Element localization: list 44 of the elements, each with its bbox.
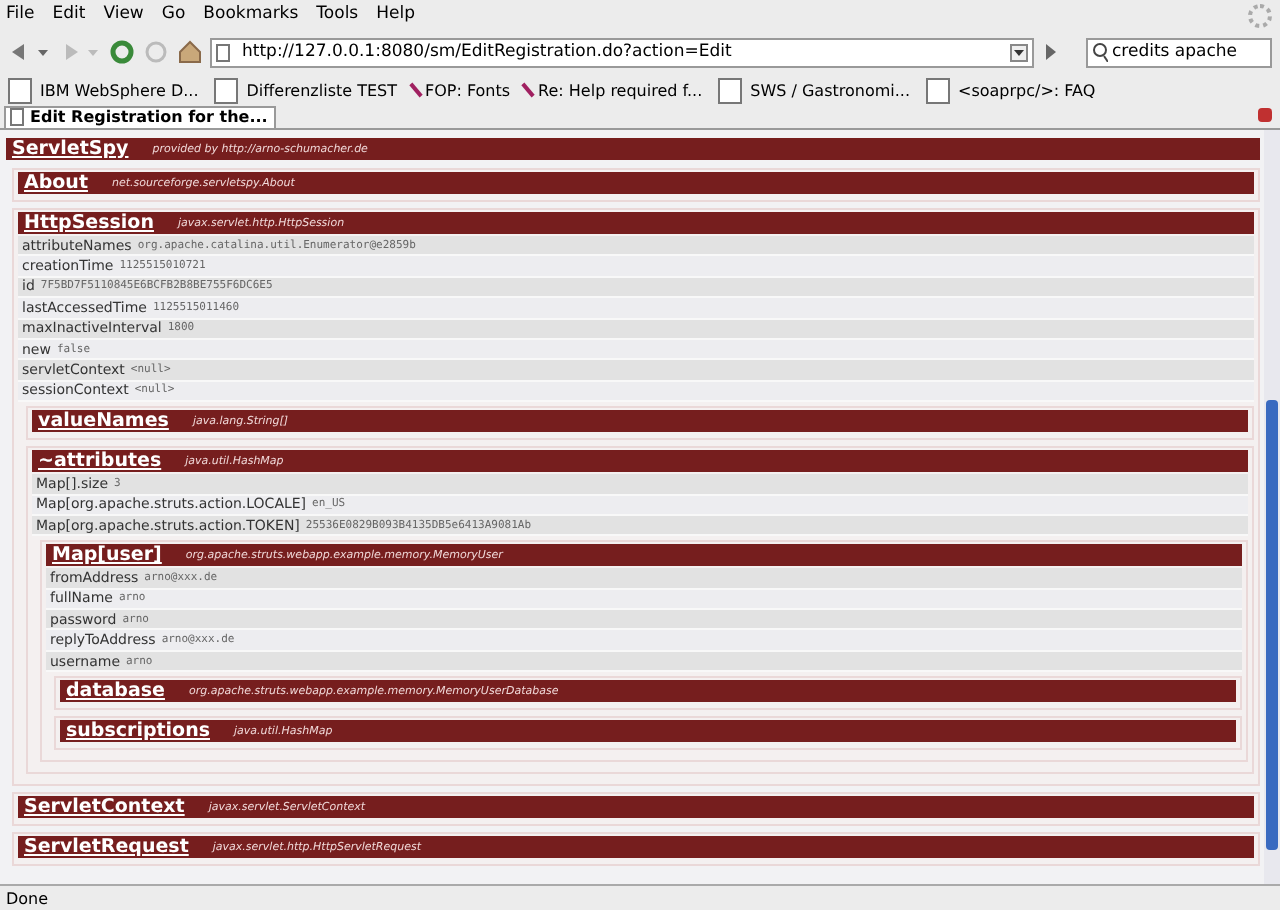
section-link[interactable]: ~attributes [38,450,162,473]
page-icon [926,77,950,103]
page-icon [10,108,24,126]
menu-item[interactable]: File [6,4,35,24]
bookmark-link[interactable]: IBM WebSphere D... [8,77,199,103]
section-link[interactable]: valueNames [38,410,169,433]
close-tab-icon[interactable] [1258,108,1272,122]
search-icon [1092,42,1108,62]
bookmark-link[interactable]: Differenzliste TEST [214,77,397,103]
feed-icon [521,82,535,98]
reload-icon[interactable] [108,38,136,66]
scrollbar-thumb[interactable] [1266,400,1278,850]
address-field[interactable]: http://127.0.0.1:8080/sm/EditRegistration.do?action=Edit [210,37,1034,67]
menu-item[interactable]: Tools [316,4,359,24]
dropdown-button[interactable] [1010,43,1028,61]
scrollbar[interactable] [1264,130,1280,884]
page-icon [214,77,239,103]
menu-item[interactable]: Edit [52,4,86,24]
menu-item[interactable]: Bookmarks [203,4,299,24]
feed-icon [408,82,422,98]
section-link[interactable]: HttpSession [24,212,154,234]
status-text: Done [0,884,1280,910]
menu-item[interactable]: Go [161,4,186,24]
go-icon[interactable] [1040,38,1060,66]
page-icon [8,77,32,103]
menu-item[interactable]: View [103,4,144,24]
section-link[interactable]: database [66,680,165,703]
browser-tab[interactable]: Edit Registration for the... [4,106,276,128]
bookmark-link[interactable]: FOP: Fonts [413,81,511,99]
search-field[interactable]: credits apache [1086,37,1272,67]
section-link[interactable]: ServletContext [24,796,185,819]
page-icon [216,43,230,61]
page-icon [718,77,743,103]
back-icon[interactable] [8,38,52,66]
section-link[interactable]: ServletSpy [12,138,129,160]
bookmark-link[interactable]: Re: Help required f... [526,81,703,99]
section-link[interactable]: ServletRequest [24,836,189,859]
menu-item[interactable]: Help [376,4,416,24]
section-link[interactable]: subscriptions [66,720,210,743]
home-icon[interactable] [176,38,204,66]
section-link[interactable]: Map[user] [52,544,162,567]
bookmark-link[interactable]: SWS / Gastronomi... [718,77,910,103]
section-link[interactable]: About [24,172,88,194]
bookmark-link[interactable]: <soaprpc/>: FAQ [926,77,1096,103]
